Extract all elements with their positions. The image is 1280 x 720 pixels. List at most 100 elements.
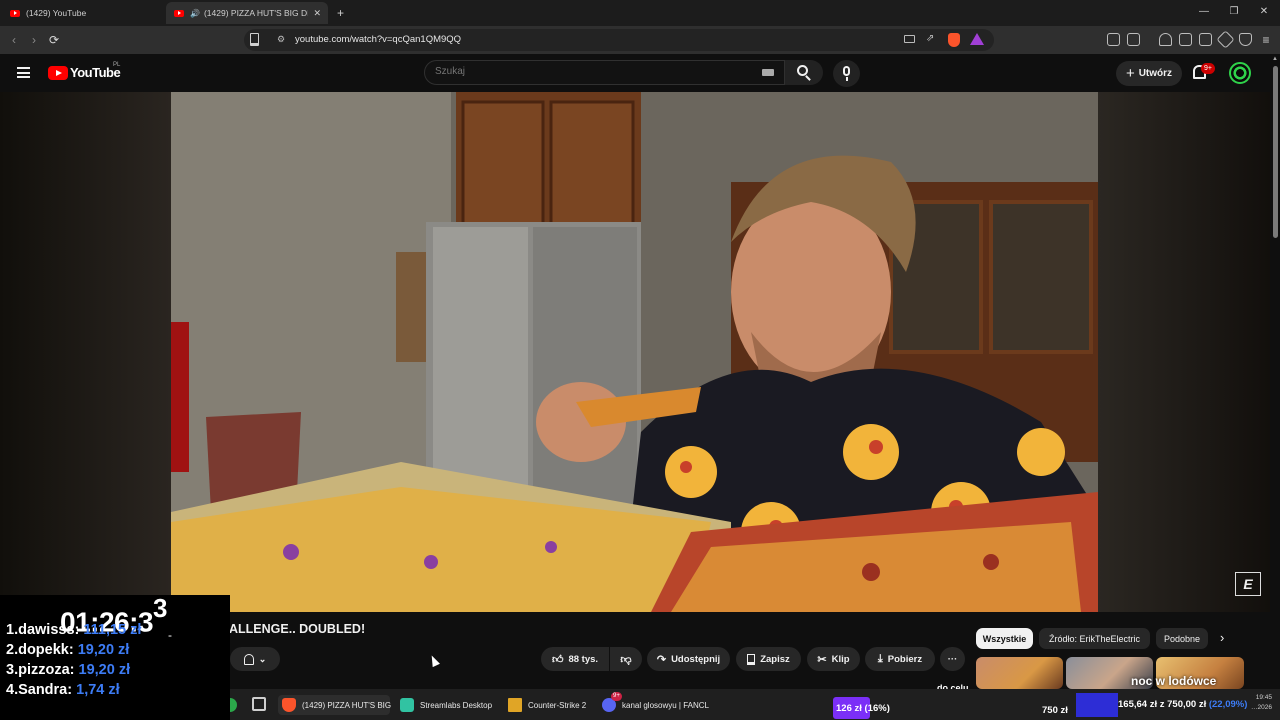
close-window-button[interactable]: ✕ — [1254, 4, 1274, 20]
wallet-icon[interactable] — [1199, 33, 1212, 46]
sidebar-toggle-icon[interactable] — [1179, 33, 1192, 46]
microphone-icon-stand — [846, 77, 848, 81]
account-avatar[interactable] — [1229, 62, 1251, 84]
download-button[interactable]: ⤓ Pobierz — [865, 647, 935, 671]
more-actions-button[interactable]: ··· — [940, 647, 965, 671]
taskbar-item-cs2[interactable]: Counter-Strike 2 — [508, 695, 586, 715]
recommended-video-thumbnail[interactable] — [976, 657, 1063, 689]
subscription-bell-button[interactable]: ⌄ — [230, 647, 280, 671]
save-label: Zapisz — [760, 653, 790, 665]
hamburger-menu-icon[interactable] — [17, 67, 30, 78]
ambient-glow-left — [0, 92, 171, 612]
tab-label: (1429) PIZZA HUT'S BIG DINNER BOX CHALLE… — [203, 8, 308, 18]
browser-tab-youtube[interactable]: (1429) YouTube — [2, 2, 162, 24]
search-icon-handle — [805, 75, 811, 81]
system-clock[interactable]: 19:45 …2026 — [1238, 693, 1272, 713]
search-box[interactable] — [424, 60, 785, 85]
brave-rewards-icon[interactable] — [970, 33, 984, 45]
notification-count-badge: 9+ — [1201, 63, 1215, 74]
shirt-pizza-print — [1017, 428, 1065, 476]
menu-icon[interactable]: ≡ — [1258, 32, 1274, 48]
back-icon[interactable]: ‹ — [6, 32, 22, 48]
channel-watermark-logo[interactable]: E — [1235, 572, 1261, 596]
save-button[interactable]: Zapisz — [736, 647, 801, 671]
site-settings-icon[interactable]: ⚙ — [277, 34, 285, 45]
onion-topping — [545, 541, 557, 553]
share-page-icon[interactable]: ⇗ — [926, 33, 934, 44]
video-frame[interactable] — [171, 92, 1098, 612]
video-player[interactable]: E — [0, 92, 1270, 612]
chip-all[interactable]: Wszystkie — [976, 628, 1033, 649]
share-button[interactable]: ↷ Udostępnij — [647, 647, 730, 671]
extensions-icon[interactable] — [1107, 33, 1120, 46]
close-tab-icon[interactable]: ✕ — [313, 8, 321, 19]
chip-source-channel[interactable]: Źródło: ErikTheElectric — [1039, 628, 1150, 649]
youtube-header: YouTube PL + Utwórz 9+ — [0, 54, 1270, 92]
os-taskbar: (1429) PIZZA HUT'S BIG Streamlabs Deskto… — [230, 689, 1280, 720]
onion-topping — [424, 555, 438, 569]
scroll-up-arrow-icon[interactable]: ▲ — [1272, 56, 1278, 62]
microsoft-store-icon[interactable] — [252, 697, 266, 711]
taskbar-item-label: kanal glosowyu | FANCL — [622, 700, 710, 710]
media-music-icon[interactable] — [1159, 33, 1172, 46]
video-title: ALLENGE.. DOUBLED! — [229, 622, 366, 636]
donation-amount: 19,20 zł — [77, 642, 130, 658]
sidebar-panel-icon[interactable] — [1127, 33, 1140, 46]
rank: 3. — [6, 662, 19, 678]
browser-toolbar: ‹ › ⟳ ⚙ youtube.com/watch?v=qcQan1QM9QQ … — [0, 26, 1280, 54]
youtube-favicon-icon — [10, 9, 20, 17]
taskbar-item-browser[interactable]: (1429) PIZZA HUT'S BIG — [278, 695, 391, 715]
taskbar-item-streamlabs[interactable]: Streamlabs Desktop — [400, 695, 492, 715]
glass-door-2 — [989, 200, 1093, 354]
donor-name: dopekk: — [18, 642, 74, 658]
timer-last-digit: 3 — [153, 593, 167, 623]
bookmark-icon[interactable] — [250, 33, 259, 46]
youtube-logo-icon[interactable] — [48, 66, 68, 80]
shirt-pizza-print — [843, 424, 899, 480]
bookmark-save-icon — [747, 653, 756, 665]
app-icon[interactable] — [230, 698, 237, 712]
keyboard-icon[interactable] — [762, 69, 774, 76]
voice-search-button[interactable] — [833, 60, 860, 87]
dislike-button[interactable]: 👎︎ — [610, 647, 642, 671]
mouse-cursor-icon — [428, 653, 440, 668]
chevron-down-icon: ⌄ — [258, 653, 267, 664]
thumbnail-overlay-text: noc w lodówce — [1131, 674, 1217, 688]
thumbs-up-icon: 👍︎ — [551, 653, 564, 666]
restore-button[interactable]: ❐ — [1224, 4, 1244, 20]
create-label: Utwórz — [1138, 68, 1173, 79]
shirt-pepperoni — [680, 461, 692, 473]
overlay-dash: - — [168, 628, 172, 642]
plus-icon: + — [1125, 65, 1135, 82]
discord-badge: 9+ — [611, 692, 622, 701]
page-scrollbar[interactable]: ▲ — [1270, 54, 1280, 686]
chip-similar[interactable]: Podobne — [1156, 628, 1208, 649]
more-dots-icon: ··· — [947, 653, 958, 665]
browser-tab-video[interactable]: 🔊 (1429) PIZZA HUT'S BIG DINNER BOX CHAL… — [166, 2, 328, 24]
search-input[interactable] — [435, 66, 735, 77]
minimize-button[interactable]: — — [1194, 4, 1214, 20]
cast-icon[interactable] — [904, 35, 915, 43]
meat-topping — [862, 563, 880, 581]
leo-ai-icon[interactable] — [1216, 30, 1235, 49]
brave-shields-icon[interactable] — [948, 33, 960, 47]
reload-icon[interactable]: ⟳ — [46, 32, 62, 48]
create-button[interactable]: + Utwórz — [1116, 61, 1182, 86]
vpn-shield-icon[interactable] — [1239, 33, 1252, 46]
chips-next-arrow-icon[interactable]: › — [1220, 630, 1224, 645]
forward-icon[interactable]: › — [26, 32, 42, 48]
search-button[interactable] — [785, 60, 823, 85]
brave-icon — [282, 698, 296, 712]
address-bar[interactable]: ⚙ youtube.com/watch?v=qcQan1QM9QQ ⇗ — [244, 29, 994, 51]
country-code: PL — [113, 62, 121, 68]
taskbar-item-label: Streamlabs Desktop — [420, 700, 493, 710]
goal-bar-segment — [1076, 693, 1118, 717]
thumbs-down-icon: 👎︎ — [620, 653, 632, 666]
scroll-thumb[interactable] — [1273, 66, 1278, 238]
donor-name: pizzoza: — [18, 662, 75, 678]
speaker-icon: 🔊 — [190, 8, 200, 18]
like-button[interactable]: 👍︎ 88 tys. — [541, 647, 609, 671]
clip-button[interactable]: ✂ Klip — [807, 647, 860, 671]
new-tab-button[interactable]: + — [333, 2, 351, 24]
share-arrow-icon: ↷ — [656, 653, 667, 666]
